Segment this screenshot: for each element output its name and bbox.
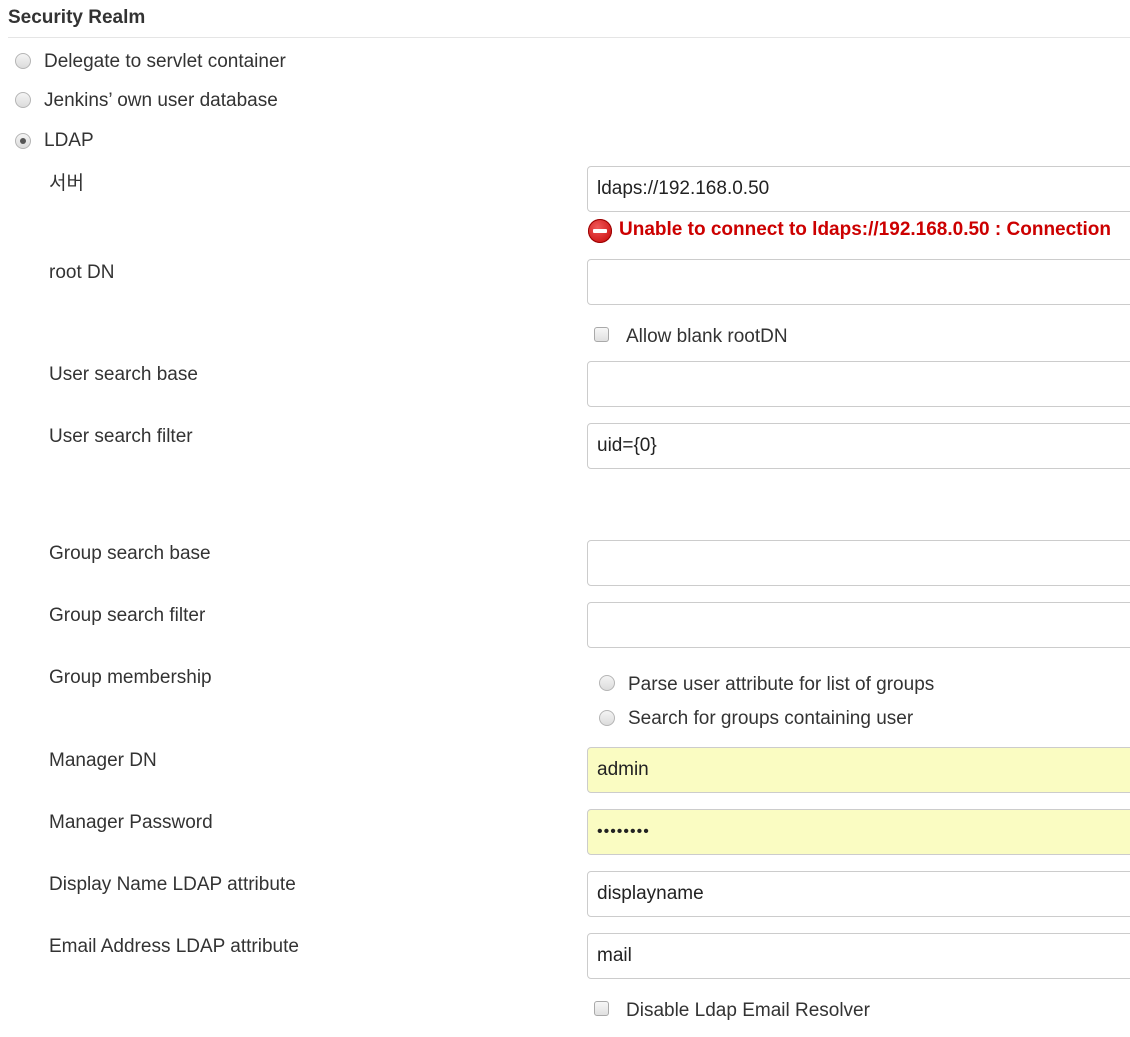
- group-membership-label: Group membership: [49, 667, 212, 688]
- disable-email-resolver-label[interactable]: Disable Ldap Email Resolver: [626, 1000, 870, 1022]
- root-dn-label: root DN: [49, 262, 115, 283]
- manager-password-label: Manager Password: [49, 812, 213, 833]
- group-search-filter-label: Group search filter: [49, 605, 206, 626]
- manager-dn-input[interactable]: admin: [587, 747, 1130, 793]
- section-divider: [8, 37, 1130, 38]
- radio-parse-user-attribute-label[interactable]: Parse user attribute for list of groups: [628, 674, 934, 696]
- server-label: 서버: [49, 173, 84, 194]
- group-search-base-input[interactable]: [587, 540, 1130, 586]
- display-name-attr-label: Display Name LDAP attribute: [49, 874, 296, 895]
- root-dn-input[interactable]: [587, 259, 1130, 305]
- radio-jenkins-user-db-label[interactable]: Jenkins’ own user database: [44, 90, 278, 112]
- radio-jenkins-user-db[interactable]: [15, 92, 31, 108]
- email-attr-label: Email Address LDAP attribute: [49, 936, 299, 957]
- radio-delegate-servlet[interactable]: [15, 53, 31, 69]
- user-search-filter-label: User search filter: [49, 426, 193, 447]
- section-title: Security Realm: [8, 7, 146, 28]
- manager-dn-label: Manager DN: [49, 750, 157, 771]
- radio-search-groups-containing-user[interactable]: [599, 710, 615, 726]
- email-attr-input[interactable]: mail: [587, 933, 1130, 979]
- manager-password-input[interactable]: ••••••••: [587, 809, 1130, 855]
- radio-ldap-label[interactable]: LDAP: [44, 130, 94, 152]
- user-search-filter-input[interactable]: uid={0}: [587, 423, 1130, 469]
- allow-blank-rootdn-label[interactable]: Allow blank rootDN: [626, 326, 788, 348]
- disable-email-resolver-checkbox[interactable]: [594, 1001, 609, 1016]
- user-search-base-label: User search base: [49, 364, 198, 385]
- radio-parse-user-attribute[interactable]: [599, 675, 615, 691]
- server-input[interactable]: ldaps://192.168.0.50: [587, 166, 1130, 212]
- user-search-base-input[interactable]: [587, 361, 1130, 407]
- allow-blank-rootdn-checkbox[interactable]: [594, 327, 609, 342]
- radio-delegate-servlet-label[interactable]: Delegate to servlet container: [44, 51, 286, 73]
- radio-ldap[interactable]: [15, 133, 31, 149]
- display-name-attr-input[interactable]: displayname: [587, 871, 1130, 917]
- error-icon: [588, 219, 612, 243]
- radio-search-groups-containing-user-label[interactable]: Search for groups containing user: [628, 708, 913, 730]
- group-search-filter-input[interactable]: [587, 602, 1130, 648]
- group-search-base-label: Group search base: [49, 543, 211, 564]
- server-error-message: Unable to connect to ldaps://192.168.0.5…: [619, 219, 1111, 240]
